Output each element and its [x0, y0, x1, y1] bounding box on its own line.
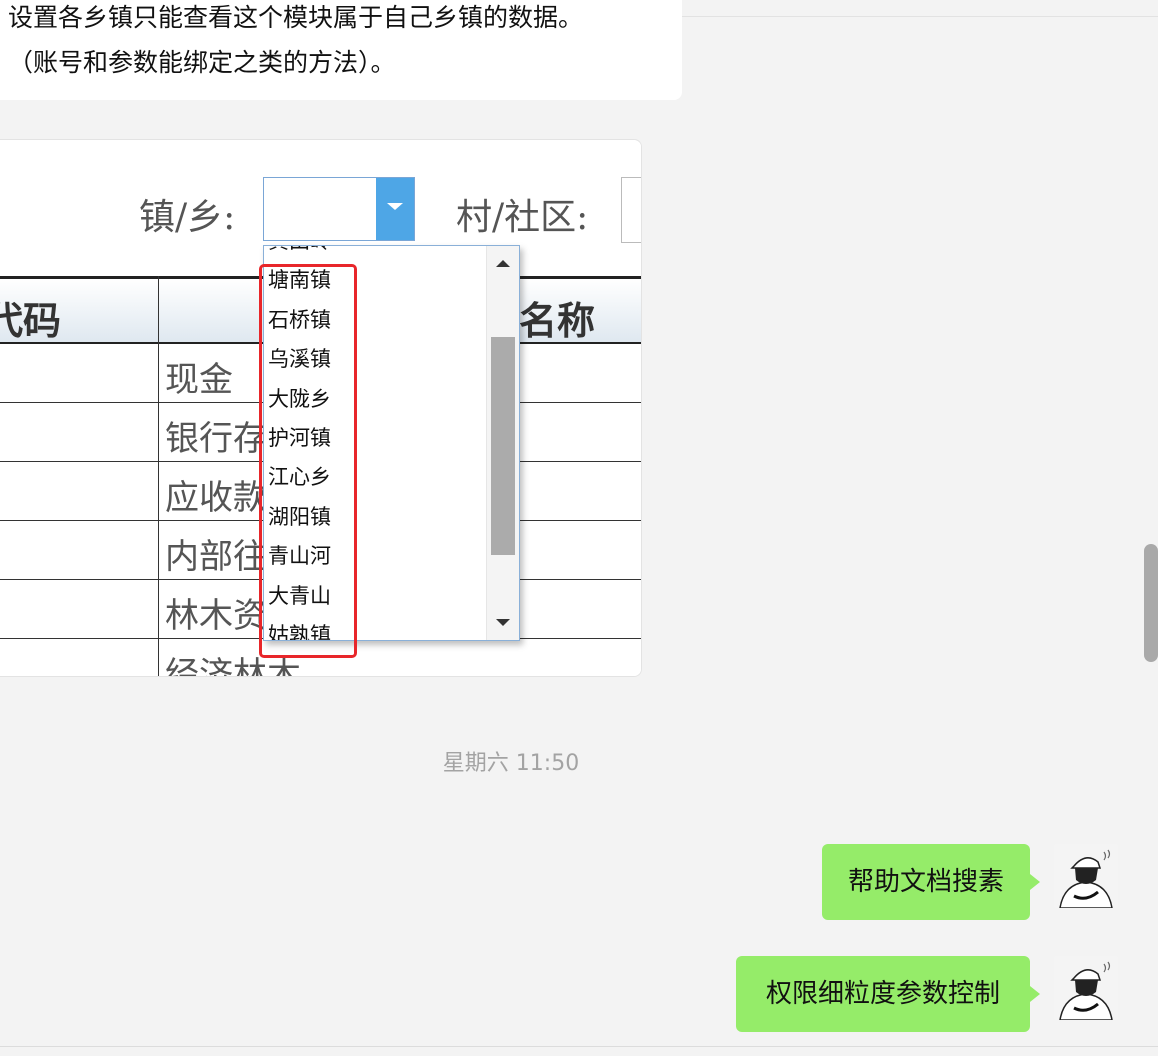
outgoing-message-bubble[interactable]: 权限细粒度参数控制 [736, 956, 1040, 1032]
bottom-divider [0, 1046, 1158, 1047]
chevron-down-icon[interactable] [376, 178, 414, 240]
table-cell: 现金 [165, 360, 233, 400]
table-cell: 应收款 [165, 478, 267, 518]
avatar[interactable] [1054, 844, 1118, 908]
message-text-line: （账号和参数能绑定之类的方法）。 [8, 48, 396, 77]
incoming-message-bubble[interactable]: 设置各乡镇只能查看这个模块属于自己乡镇的数据。 （账号和参数能绑定之类的方法）。 [0, 0, 682, 100]
town-label: 镇/乡: [139, 197, 236, 238]
chat-scrollbar-thumb[interactable] [1144, 544, 1158, 662]
column-divider [158, 276, 159, 676]
dropdown-option[interactable]: 黄田岭 [264, 246, 484, 261]
scroll-down-icon[interactable] [496, 619, 510, 626]
user-avatar-icon [1054, 844, 1118, 908]
red-highlight-annotation [259, 264, 357, 658]
message-text-line: 设置各乡镇只能查看这个模块属于自己乡镇的数据。 [8, 3, 584, 32]
column-header-name: 名称 [519, 298, 596, 343]
village-input[interactable] [621, 177, 641, 243]
town-select[interactable] [263, 177, 415, 241]
message-timestamp: 星期六 11:50 [442, 751, 580, 776]
user-avatar-icon [1054, 956, 1118, 1020]
dropdown-scrollbar[interactable] [486, 246, 519, 640]
avatar[interactable] [1054, 956, 1118, 1020]
incoming-image-message[interactable]: 镇/乡: 村/社区: 代码 名称 现金 银行存款 应收款 内部往来 林木资产 经… [0, 139, 642, 677]
outgoing-message-bubble[interactable]: 帮助文档搜素 [822, 844, 1040, 920]
village-label: 村/社区: [456, 197, 589, 238]
scroll-up-icon[interactable] [496, 260, 510, 267]
scrollbar-thumb[interactable] [491, 337, 515, 555]
column-header-code: 代码 [0, 298, 62, 343]
